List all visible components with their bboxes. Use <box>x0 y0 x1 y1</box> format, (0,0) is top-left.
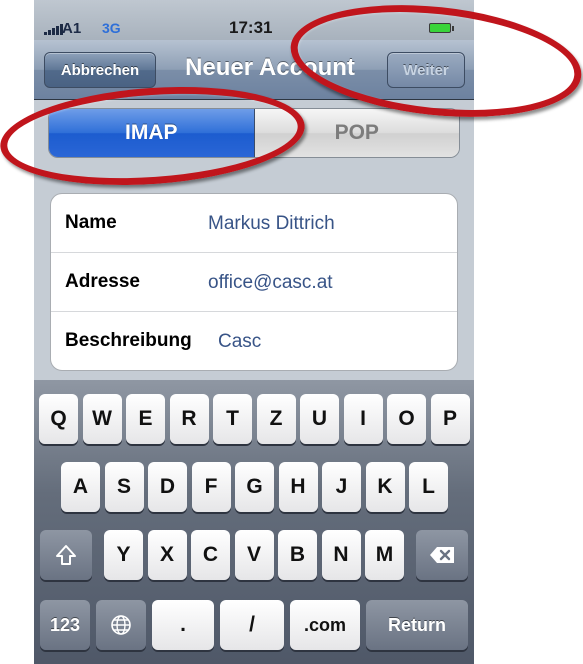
key-r[interactable]: R <box>169 394 209 444</box>
key-w[interactable]: W <box>82 394 122 444</box>
key-f[interactable]: F <box>191 462 231 512</box>
phone-screen: A1 3G 17:31 Abbrechen Neuer Account Weit… <box>34 0 474 664</box>
keyboard-row-4: 123 . / .com Return <box>34 600 474 650</box>
address-field[interactable]: office@casc.at <box>208 272 333 294</box>
key-q[interactable]: Q <box>39 394 78 444</box>
carrier-name: A1 <box>62 20 82 37</box>
globe-key[interactable] <box>96 600 146 650</box>
keyboard-row-3: YXCVBNM <box>34 530 474 580</box>
key-b[interactable]: B <box>278 530 317 580</box>
key-g[interactable]: G <box>235 462 274 512</box>
key-m[interactable]: M <box>365 530 404 580</box>
key-y[interactable]: Y <box>104 530 143 580</box>
key-p[interactable]: P <box>430 394 470 444</box>
page-title: Neuer Account <box>185 54 355 81</box>
shift-key[interactable] <box>40 530 92 580</box>
address-row[interactable]: Adresse office@casc.at <box>51 253 457 312</box>
delete-key[interactable] <box>416 530 468 580</box>
keyboard-row-1: QWERTZUIOP <box>34 394 474 444</box>
key-j[interactable]: J <box>322 462 361 512</box>
key-c[interactable]: C <box>191 530 230 580</box>
dot-key[interactable]: . <box>152 600 214 650</box>
description-label: Beschreibung <box>65 330 192 351</box>
name-label: Name <box>65 212 117 233</box>
key-k[interactable]: K <box>365 462 405 512</box>
key-l[interactable]: L <box>409 462 448 512</box>
key-u[interactable]: U <box>300 394 339 444</box>
on-screen-keyboard: QWERTZUIOP ASDFGHJKL YXCVBNM 123 . / .co… <box>34 380 474 664</box>
key-x[interactable]: X <box>147 530 187 580</box>
key-z[interactable]: Z <box>256 394 296 444</box>
key-t[interactable]: T <box>213 394 252 444</box>
segment-imap[interactable]: IMAP <box>49 109 255 157</box>
return-key[interactable]: Return <box>366 600 468 650</box>
status-time: 17:31 <box>229 18 273 37</box>
key-i[interactable]: I <box>343 394 383 444</box>
account-type-segmented-control: IMAP POP <box>48 108 460 158</box>
address-label: Adresse <box>65 271 140 292</box>
shift-icon <box>56 545 76 565</box>
description-row[interactable]: Beschreibung Casc <box>51 312 457 370</box>
signal-strength-icon <box>44 24 63 35</box>
delete-icon <box>430 547 454 563</box>
slash-key[interactable]: / <box>220 600 284 650</box>
key-s[interactable]: S <box>104 462 144 512</box>
segment-pop[interactable]: POP <box>254 109 459 157</box>
dot-com-key[interactable]: .com <box>290 600 360 650</box>
keyboard-row-2: ASDFGHJKL <box>34 462 474 512</box>
account-form: Name Markus Dittrich Adresse office@casc… <box>50 193 458 371</box>
status-bar: A1 3G 17:31 <box>34 0 474 40</box>
battery-icon <box>429 23 454 33</box>
key-d[interactable]: D <box>148 462 187 512</box>
key-e[interactable]: E <box>126 394 165 444</box>
numbers-key[interactable]: 123 <box>40 600 90 650</box>
name-field[interactable]: Markus Dittrich <box>208 213 335 235</box>
next-button[interactable]: Weiter <box>387 52 465 88</box>
globe-icon <box>111 615 131 635</box>
key-h[interactable]: H <box>278 462 318 512</box>
network-type: 3G <box>102 20 121 36</box>
key-v[interactable]: V <box>234 530 274 580</box>
description-field[interactable]: Casc <box>218 331 261 353</box>
navigation-bar: Abbrechen Neuer Account Weiter <box>34 40 474 100</box>
name-row[interactable]: Name Markus Dittrich <box>51 194 457 253</box>
key-a[interactable]: A <box>61 462 100 512</box>
key-n[interactable]: N <box>321 530 361 580</box>
key-o[interactable]: O <box>387 394 426 444</box>
cancel-button[interactable]: Abbrechen <box>44 52 156 88</box>
